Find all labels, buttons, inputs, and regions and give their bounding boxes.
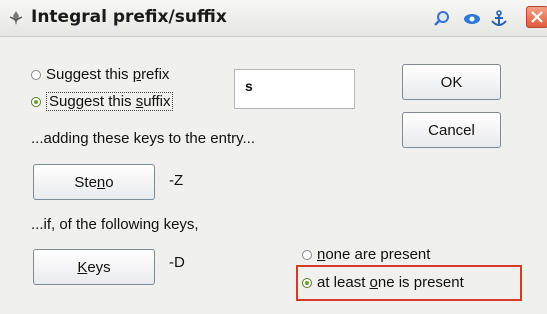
cancel-button[interactable]: Cancel: [402, 112, 501, 148]
search-icon[interactable]: [432, 9, 452, 29]
integral-prefix-suffix-dialog: Integral prefix/suffix Suggest this pref…: [0, 0, 547, 314]
window-title: Integral prefix/suffix: [31, 7, 227, 27]
anchor-icon[interactable]: [489, 9, 509, 29]
radio-indicator[interactable]: [31, 69, 41, 80]
radio-label: Suggest this prefix: [46, 66, 170, 83]
highlight-annotation-box: [296, 265, 522, 301]
app-icon: [7, 9, 25, 27]
keys-button[interactable]: Keys: [33, 249, 155, 285]
title-bar: Integral prefix/suffix: [0, 0, 547, 37]
eye-icon[interactable]: [462, 9, 482, 29]
radio-none-present[interactable]: none are present: [302, 246, 430, 263]
radio-suggest-suffix[interactable]: Suggest this suffix: [31, 92, 174, 111]
adding-keys-label: ...adding these keys to the entry...: [31, 130, 256, 147]
affix-input[interactable]: s: [234, 69, 355, 109]
keys-value: -D: [169, 254, 185, 271]
steno-button[interactable]: Ste n o: [33, 164, 155, 200]
radio-label: Suggest this suffix: [46, 92, 174, 111]
radio-suggest-prefix[interactable]: Suggest this prefix: [31, 66, 169, 83]
following-keys-label: ...if, of the following keys,: [31, 216, 199, 233]
radio-indicator[interactable]: [302, 249, 312, 260]
radio-label: none are present: [317, 246, 431, 263]
close-button[interactable]: [526, 6, 547, 28]
steno-value: -Z: [169, 172, 184, 189]
ok-button[interactable]: OK: [402, 64, 501, 100]
radio-indicator[interactable]: [31, 96, 41, 107]
close-icon: [531, 11, 543, 23]
